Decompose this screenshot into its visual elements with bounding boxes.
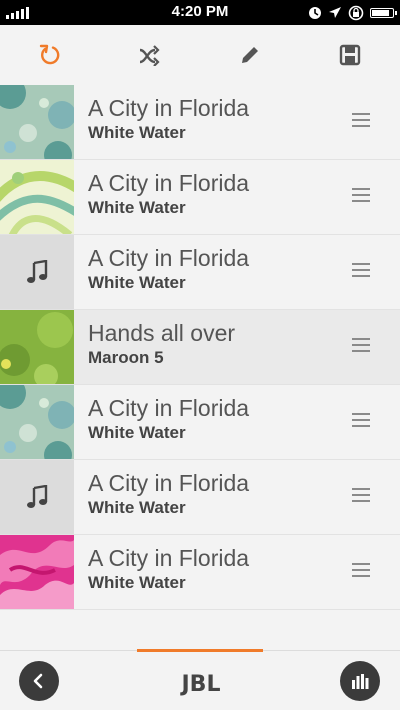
playlist: A City in Florida White Water A City in Fl…	[0, 85, 400, 610]
shuffle-button[interactable]	[125, 30, 175, 80]
drag-handle-icon[interactable]	[352, 188, 370, 204]
drag-handle-icon[interactable]	[352, 413, 370, 429]
drag-handle-icon[interactable]	[352, 113, 370, 129]
battery-icon	[370, 7, 397, 18]
playlist-row[interactable]: A City in Florida White Water	[0, 85, 400, 160]
refresh-button[interactable]	[25, 30, 75, 80]
rotation-lock-icon	[348, 5, 364, 20]
playlist-row[interactable]: A City in Florida White Water	[0, 160, 400, 235]
active-indicator	[137, 649, 263, 652]
album-art	[0, 535, 74, 609]
album-art	[0, 385, 74, 459]
back-button[interactable]	[19, 661, 59, 701]
jbl-logo: JBL	[180, 672, 221, 697]
equalizer-icon	[352, 674, 369, 689]
toolbar	[0, 25, 400, 85]
status-bar: 4:20 PM	[0, 0, 400, 25]
album-art	[0, 85, 74, 159]
album-art	[0, 310, 74, 384]
playlist-row[interactable]: A City in Florida White Water	[0, 460, 400, 535]
album-art	[0, 160, 74, 234]
refresh-icon	[39, 44, 60, 65]
drag-handle-icon[interactable]	[352, 263, 370, 279]
location-icon	[329, 6, 341, 18]
drag-handle-icon[interactable]	[352, 338, 370, 354]
shuffle-icon	[139, 45, 160, 66]
playlist-row[interactable]: A City in Florida White Water	[0, 235, 400, 310]
save-button[interactable]	[325, 30, 375, 80]
edit-button[interactable]	[225, 30, 275, 80]
alarm-icon	[309, 6, 321, 19]
playlist-row[interactable]: A City in Florida White Water	[0, 385, 400, 460]
drag-handle-icon[interactable]	[352, 563, 370, 579]
equalizer-button[interactable]	[340, 661, 380, 701]
playlist-row[interactable]: Hands all over Maroon 5	[0, 310, 400, 385]
edit-icon	[242, 47, 258, 63]
music-note-icon	[0, 235, 74, 309]
save-icon	[339, 44, 361, 66]
playlist-row[interactable]: A City in Florida White Water	[0, 535, 400, 610]
bottom-bar: JBL	[0, 649, 400, 710]
drag-handle-icon[interactable]	[352, 488, 370, 504]
svg-text:JBL: JBL	[180, 672, 221, 697]
back-icon	[33, 673, 43, 689]
music-note-icon	[0, 460, 74, 534]
